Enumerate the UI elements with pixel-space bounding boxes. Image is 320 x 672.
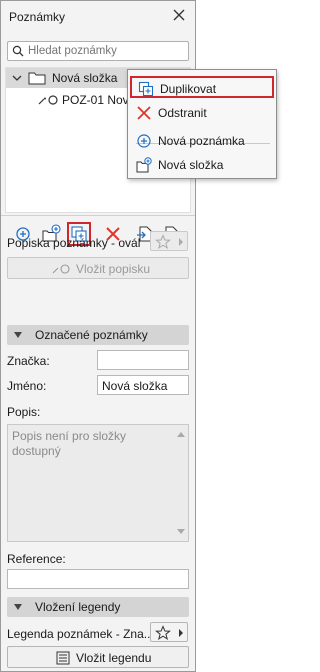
menu-item-label: Nová složka xyxy=(158,158,224,172)
name-field[interactable]: Nová složka xyxy=(97,375,189,395)
favorites-picker[interactable] xyxy=(150,231,188,251)
duplicate-icon xyxy=(138,81,154,97)
annotation-style-label: Popiska poznámky - ovál xyxy=(7,236,141,250)
folder-icon xyxy=(28,72,46,85)
tree-note-label: POZ-01 Nová xyxy=(62,93,136,107)
annotation-icon xyxy=(52,264,70,274)
star-icon xyxy=(155,234,171,250)
panel-title: Poznámky xyxy=(9,10,66,24)
legend-icon xyxy=(56,651,70,665)
description-label: Popis: xyxy=(7,405,41,419)
menu-item-delete[interactable]: Odstranit xyxy=(130,102,274,124)
delete-icon xyxy=(137,106,151,120)
close-icon[interactable] xyxy=(171,7,187,23)
legend-header[interactable]: Vložení legendy xyxy=(7,597,189,617)
description-field: Popis není pro složky dostupný xyxy=(7,424,189,542)
new-note-icon xyxy=(137,134,151,148)
arrow-right-icon xyxy=(179,629,183,637)
search-input[interactable] xyxy=(28,44,184,58)
marked-notes-title: Označené poznámky xyxy=(35,328,148,342)
star-icon xyxy=(155,625,171,641)
menu-item-label: Nová poznámka xyxy=(158,134,245,148)
description-text: Popis není pro složky dostupný xyxy=(12,429,127,458)
menu-item-new-folder[interactable]: Nová složka xyxy=(130,154,274,176)
reference-label: Reference: xyxy=(7,552,66,566)
arrow-right-icon xyxy=(179,238,183,246)
chevron-down-icon[interactable] xyxy=(12,73,22,83)
insert-annotation-button[interactable]: Vložit popisku xyxy=(7,257,189,279)
insert-legend-button[interactable]: Vložit legendu xyxy=(7,646,189,668)
insert-legend-label: Vložit legendu xyxy=(76,651,152,665)
new-folder-icon xyxy=(136,157,152,173)
marked-notes-header[interactable]: Označené poznámky xyxy=(7,325,189,345)
reference-field[interactable] xyxy=(7,569,189,589)
tag-label: Značka: xyxy=(7,354,50,368)
scrollbar[interactable] xyxy=(174,425,188,541)
menu-item-duplicate[interactable]: Duplikovat xyxy=(130,76,274,98)
menu-item-label: Duplikovat xyxy=(160,82,217,96)
legend-style-label: Legenda poznámek - Zna... xyxy=(7,627,154,641)
tag-field[interactable] xyxy=(97,350,189,370)
context-menu: Duplikovat Odstranit Nová poznámka Nová … xyxy=(127,69,277,179)
note-marker-icon xyxy=(38,95,58,105)
menu-item-new-note[interactable]: Nová poznámka xyxy=(130,130,274,152)
legend-title: Vložení legendy xyxy=(35,600,121,614)
search-icon xyxy=(12,45,24,57)
panel-titlebar: Poznámky xyxy=(1,1,195,31)
legend-favorites-picker[interactable] xyxy=(150,622,188,642)
name-label: Jméno: xyxy=(7,379,47,393)
menu-item-label: Odstranit xyxy=(158,106,207,120)
collapse-icon xyxy=(14,332,22,338)
tree-folder-label: Nová složka xyxy=(52,71,118,85)
search-box[interactable] xyxy=(7,41,189,61)
insert-annotation-label: Vložit popisku xyxy=(76,262,151,276)
collapse-icon xyxy=(14,604,22,610)
